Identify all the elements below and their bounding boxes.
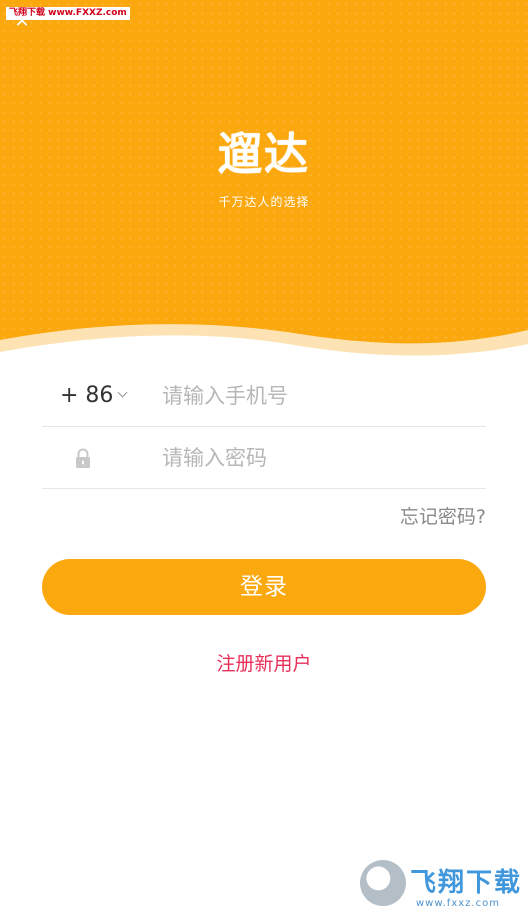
- watermark-text: 飞翔下载: [410, 868, 523, 898]
- close-icon[interactable]: ✕: [12, 13, 32, 31]
- lock-icon: [76, 448, 90, 468]
- password-row: [42, 427, 486, 489]
- country-code-label: + 86: [60, 383, 114, 408]
- app-slogan: 千万达人的选择: [218, 195, 310, 209]
- header-banner: 飞翔下载 www.FXXZ.com ✕ 遛达 千万达人的选择: [0, 0, 528, 370]
- login-button[interactable]: 登录: [42, 559, 486, 615]
- chevron-down-icon: [117, 387, 128, 398]
- watermark-logo-icon: [360, 860, 406, 906]
- phone-row: + 86: [42, 365, 486, 427]
- app-logo: 遛达: [218, 129, 310, 180]
- watermark-bottom: 飞翔下载 www.fxxz.com: [360, 858, 522, 914]
- wave-divider: [0, 324, 528, 370]
- phone-input[interactable]: [162, 365, 482, 427]
- forgot-password-link[interactable]: 忘记密码?: [400, 502, 486, 529]
- password-input[interactable]: [162, 427, 482, 489]
- country-code-selector[interactable]: + 86: [60, 365, 128, 427]
- watermark-url: www.fxxz.com: [416, 898, 500, 909]
- register-link[interactable]: 注册新用户: [0, 649, 528, 676]
